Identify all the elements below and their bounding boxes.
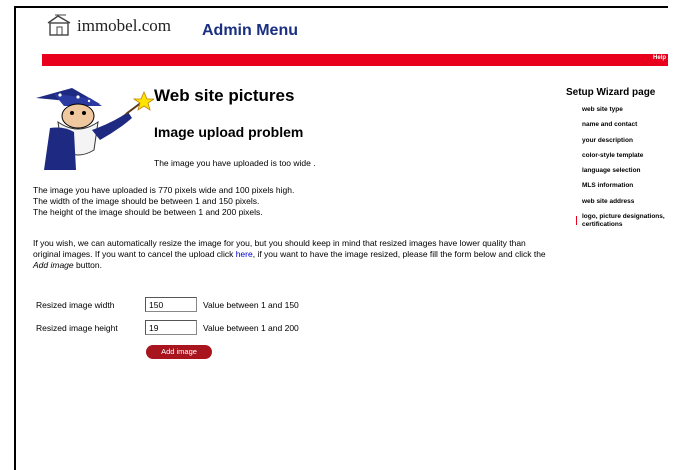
house-logo-icon	[47, 14, 71, 36]
frame-border-top	[14, 6, 668, 8]
width-input[interactable]	[145, 297, 197, 312]
detail-line-width: The width of the image should be between…	[33, 196, 260, 206]
resize-info-paragraph: If you wish, we can automatically resize…	[33, 238, 553, 271]
width-label: Resized image width	[36, 299, 115, 310]
setup-wizard-title: Setup Wizard page	[566, 87, 656, 98]
add-image-emphasis: Add image	[33, 260, 74, 270]
width-hint: Value between 1 and 150	[203, 299, 299, 310]
wizard-illustration	[36, 88, 154, 170]
help-link[interactable]: Help	[653, 55, 666, 61]
setup-wizard-nav: web site type name and contact your desc…	[576, 102, 682, 229]
page-subtitle: Image upload problem	[154, 124, 304, 140]
header-bar: Help	[42, 54, 668, 66]
logo-text: immobel.com	[77, 16, 171, 35]
width-form-row: Resized image width Value between 1 and …	[36, 297, 299, 312]
wizard-item-name-and-contact[interactable]: name and contact	[582, 117, 682, 132]
resize-info-text-3: button.	[73, 260, 102, 270]
wizard-item-language-selection[interactable]: language selection	[582, 163, 682, 178]
height-form-row: Resized image height Value between 1 and…	[36, 320, 299, 335]
wizard-item-color-style-template[interactable]: color-style template	[582, 148, 682, 163]
wizard-item-web-site-address[interactable]: web site address	[582, 194, 682, 209]
site-logo[interactable]: immobel.com	[46, 14, 171, 36]
wizard-item-logo-picture[interactable]: logo, picture designations, certificatio…	[576, 209, 682, 229]
wizard-item-mls-information[interactable]: MLS information	[582, 178, 682, 193]
admin-menu-title[interactable]: Admin Menu	[202, 22, 298, 40]
detail-line-height: The height of the image should be betwee…	[33, 207, 263, 217]
error-message: The image you have uploaded is too wide …	[154, 158, 316, 168]
detail-line-size: The image you have uploaded is 770 pixel…	[33, 185, 295, 195]
wizard-item-web-site-type[interactable]: web site type	[582, 102, 682, 117]
height-label: Resized image height	[36, 322, 118, 333]
cancel-upload-link[interactable]: here	[236, 249, 253, 259]
resize-info-text-2: , if you want to have the image resized,…	[252, 249, 546, 259]
frame-border-left	[14, 6, 16, 470]
height-input[interactable]	[145, 320, 197, 335]
add-image-button[interactable]: Add image	[146, 345, 212, 359]
height-hint: Value between 1 and 200	[203, 322, 299, 333]
wizard-item-your-description[interactable]: your description	[582, 133, 682, 148]
page-title: Web site pictures	[154, 86, 295, 105]
image-details: The image you have uploaded is 770 pixel…	[33, 185, 294, 218]
